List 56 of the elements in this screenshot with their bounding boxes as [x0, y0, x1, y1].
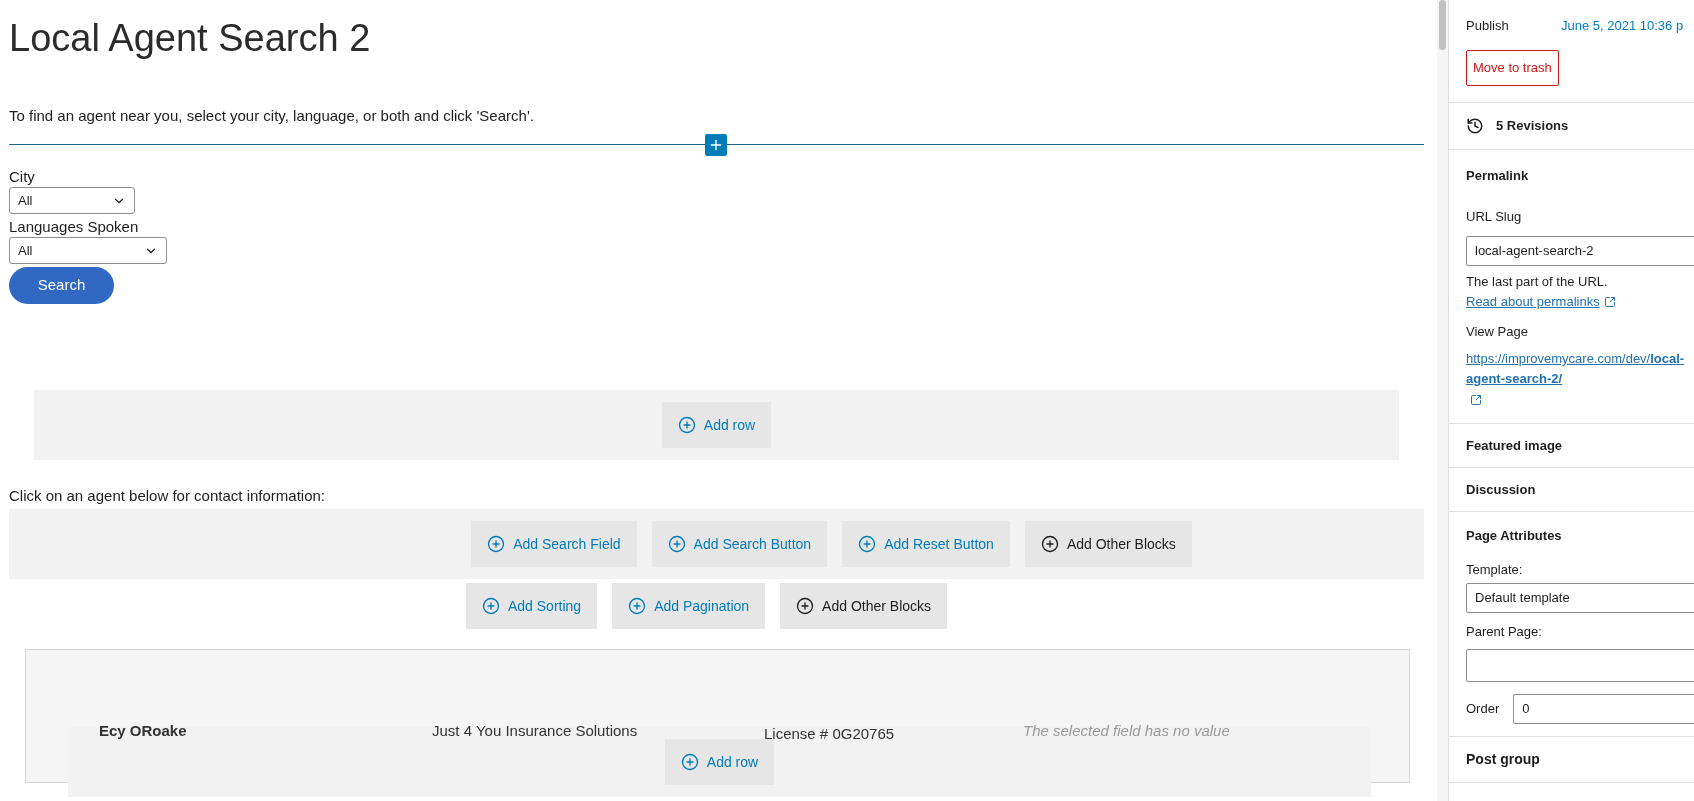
empty-field-text: The selected field has no value [1023, 721, 1230, 741]
add-icon [481, 597, 500, 615]
search-button[interactable]: Search [9, 267, 114, 304]
add-row-button[interactable]: Add row [664, 739, 775, 785]
field-label: URL Slug [1466, 208, 1523, 226]
add-icon [858, 535, 877, 553]
toolbar-button[interactable]: Add Search Field [471, 521, 637, 567]
toolbar-button[interactable]: Add Search Button [651, 521, 828, 567]
template-select[interactable]: Default template [1466, 583, 1694, 613]
external-link-icon [1470, 393, 1482, 406]
publish-label: Publish [1466, 17, 1510, 35]
order-field[interactable]: 0 [1513, 693, 1694, 724]
toolbar-button[interactable]: Add Reset Button [842, 521, 1010, 567]
permalinks-link[interactable]: Read about permalinks [1466, 291, 1600, 312]
parent-page-select[interactable] [1466, 648, 1694, 682]
toolbar-button[interactable]: Add Sorting [465, 583, 598, 629]
add-icon [667, 535, 686, 553]
add-icon [628, 597, 647, 615]
panel-heading[interactable]: Post group [1466, 748, 1540, 770]
select-field[interactable]: All [9, 237, 167, 264]
add-icon [1040, 535, 1059, 553]
field-label: Order [1466, 699, 1500, 718]
toolbar-button[interactable]: Add Pagination [612, 583, 766, 629]
field-label: Parent Page: [1466, 623, 1543, 641]
view-page-link[interactable]: https://improvemycare.com/dev/local-agent-search-2/ [1466, 349, 1694, 389]
field-label: Languages Spoken [9, 217, 139, 237]
url-slug-field[interactable]: local-agent-search-2 [1466, 235, 1694, 266]
toolbar-button[interactable]: Add Other Blocks [780, 583, 948, 629]
plus-icon [708, 137, 724, 153]
panel-heading[interactable]: Featured image [1466, 435, 1563, 456]
history-icon [1466, 116, 1484, 135]
move-to-trash-button[interactable]: Move to trash [1466, 49, 1559, 86]
agency-name: Just 4 You Insurance Solutions [432, 721, 638, 741]
help-text: The last part of the URL. Read about permalinks [1466, 271, 1694, 312]
intro-text: To find an agent near you, select your city, language, or both and click 'Search'. [9, 106, 535, 126]
agent-name: Ecy ORoake [99, 721, 187, 741]
panel-heading: Permalink [1466, 166, 1530, 185]
add-icon [487, 535, 506, 553]
add-icon [796, 597, 815, 615]
add-icon [680, 753, 699, 771]
add-icon [677, 416, 696, 434]
revisions-link[interactable]: 5 Revisions [1496, 115, 1569, 136]
external-link-icon [1603, 296, 1616, 309]
publish-date-link[interactable]: June 5, 2021 10:36 p [1561, 16, 1684, 36]
field-label: View Page [1466, 322, 1529, 341]
field-label: Template: [1466, 560, 1524, 579]
panel-heading: Page Attributes [1466, 527, 1563, 545]
scrollbar-thumb[interactable] [1439, 0, 1446, 50]
page-title: Local Agent Search 2 [9, 16, 372, 61]
list-intro-text: Click on an agent below for contact information: [9, 486, 326, 506]
add-block-button[interactable] [705, 134, 727, 156]
toolbar-button[interactable]: Add Other Blocks [1024, 521, 1192, 567]
panel-heading[interactable]: Discussion [1466, 479, 1536, 500]
select-field[interactable]: All [9, 187, 135, 214]
field-label: City [9, 167, 35, 187]
add-row-button[interactable]: Add row [661, 402, 772, 448]
